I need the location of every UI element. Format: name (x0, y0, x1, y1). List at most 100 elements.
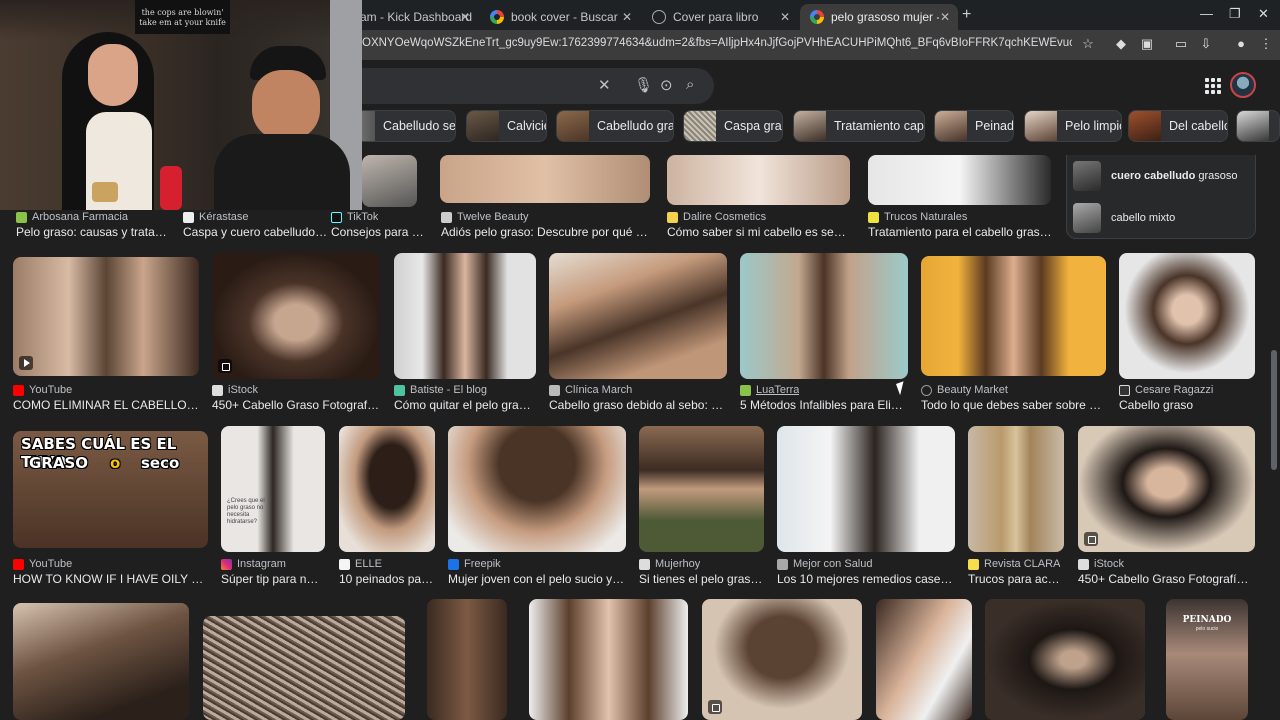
result-image[interactable] (339, 426, 435, 552)
result-title[interactable]: Cómo saber si mi cabello es seco o gra..… (667, 225, 850, 239)
result-title[interactable]: Cabello graso debido al sebo: riesgos... (549, 398, 727, 412)
close-icon[interactable]: ✕ (940, 10, 950, 24)
result-image[interactable]: SABES CUÁL ES EL TUYO GRASO o seco (13, 431, 208, 548)
result-title[interactable]: Tratamiento para el cabello graso con m.… (868, 225, 1053, 239)
result-title[interactable]: Caspa y cuero cabelludo/ca... (183, 225, 328, 239)
site-favicon (740, 384, 751, 396)
menu-icon[interactable]: ⋮ (1258, 36, 1274, 52)
chip-del-cabello[interactable]: Del cabello (1128, 110, 1228, 142)
result-image[interactable] (212, 253, 380, 379)
tab-kick-dashboard[interactable]: am - Kick Dashboard ✕ (350, 4, 478, 30)
result-image[interactable] (876, 599, 972, 720)
clear-icon[interactable]: ✕ (598, 76, 611, 94)
cast-icon[interactable]: ▭ (1173, 36, 1189, 52)
result-title[interactable]: Los 10 mejores remedios caseros par... (777, 572, 955, 586)
source-name: Kérastase (199, 211, 249, 223)
related-item-cuero-cabelludo-grasoso[interactable]: cuero cabelludo grasoso (1073, 160, 1238, 192)
result-title[interactable]: 450+ Cabello Graso Fotografías de st... (1078, 572, 1255, 586)
chip-calvicie[interactable]: Calvicie (466, 110, 547, 142)
avatar[interactable] (1230, 72, 1256, 98)
close-window-icon[interactable]: ✕ (1258, 6, 1269, 22)
url-field[interactable]: OXNYOeWqoWSZkEneTrt_gc9uy9Ew:17623997746… (362, 37, 1072, 49)
result-title[interactable]: Consejos para cab... (331, 225, 426, 239)
result-image[interactable] (203, 616, 405, 720)
tab-cover-para-libro[interactable]: Cover para libro ✕ (642, 4, 798, 30)
result-title[interactable]: Cómo quitar el pelo graso en ... (394, 398, 536, 412)
result-source: YouTube (13, 384, 72, 396)
result-title[interactable]: Trucos para acaba... (968, 572, 1064, 586)
tiktok-icon (331, 211, 342, 223)
chip-cabelludo-graso[interactable]: Cabelludo graso (556, 110, 674, 142)
result-image[interactable]: ¿Crees que el pelo graso no necesita hid… (221, 426, 325, 552)
chip-caspa-grasa[interactable]: Caspa grasa (683, 110, 783, 142)
profile-icon[interactable]: ● (1233, 36, 1249, 52)
chip-more[interactable] (1236, 110, 1280, 142)
streamer-face (88, 44, 138, 106)
tab-book-cover[interactable]: book cover - Buscar con Google ✕ (480, 4, 640, 30)
result-image[interactable] (740, 253, 908, 379)
close-icon[interactable]: ✕ (780, 10, 790, 24)
result-image[interactable] (667, 155, 850, 205)
result-image[interactable] (921, 256, 1106, 376)
scrollbar[interactable] (1271, 350, 1277, 470)
result-source: ELLE (339, 558, 382, 570)
download-icon[interactable]: ⇩ (1198, 36, 1214, 52)
result-image[interactable] (985, 599, 1145, 720)
result-image[interactable] (702, 599, 862, 720)
result-image[interactable] (13, 257, 199, 376)
chip-label: Pelo limpio (1065, 119, 1122, 133)
result-image[interactable] (1119, 253, 1255, 379)
result-image[interactable]: PEINADO pelo sucio (1166, 599, 1248, 720)
related-label: cabello mixto (1111, 212, 1176, 224)
result-title[interactable]: Adiós pelo graso: Descubre por qué se en… (441, 225, 653, 239)
mic-icon[interactable]: 🎙 (634, 76, 653, 94)
source-name: Freepik (464, 558, 501, 570)
puzzle-icon[interactable]: ▣ (1139, 36, 1155, 52)
result-image[interactable] (13, 603, 189, 720)
result-image[interactable] (394, 253, 536, 379)
result-image[interactable] (427, 599, 507, 720)
close-icon[interactable]: ✕ (622, 10, 632, 24)
extension-icon[interactable]: ◆ (1113, 36, 1129, 52)
site-favicon (394, 384, 405, 396)
result-image[interactable] (868, 155, 1051, 205)
apps-grid-icon[interactable] (1205, 78, 1221, 94)
tab-pelo-grasoso[interactable]: pelo grasoso mujer - Buscar con Google ✕ (800, 4, 958, 30)
chip-pelo-limpio[interactable]: Pelo limpio (1024, 110, 1122, 142)
result-title[interactable]: Mujer joven con el pelo sucio y graso ..… (448, 572, 626, 586)
result-image[interactable] (362, 155, 417, 207)
result-image[interactable] (968, 426, 1064, 552)
restore-icon[interactable]: ❐ (1229, 6, 1241, 22)
result-title[interactable]: 450+ Cabello Graso Fotografías de ... (212, 398, 380, 412)
result-image[interactable] (639, 426, 764, 552)
related-item-cabello-mixto[interactable]: cabello mixto (1073, 202, 1175, 234)
site-favicon (777, 558, 788, 570)
result-image[interactable] (1078, 426, 1255, 552)
result-image[interactable] (549, 253, 727, 379)
result-source: Batiste - El blog (394, 384, 487, 396)
minimize-icon[interactable]: — (1200, 6, 1213, 21)
filter-chips: Cabelludo seco Calvicie Cabelludo graso … (330, 110, 1280, 144)
chip-peinado[interactable]: Peinado (934, 110, 1014, 142)
result-title[interactable]: Si tienes el pelo graso, e... (639, 572, 764, 586)
search-input[interactable]: ✕ 🎙 ⊙ ⌕ (330, 68, 714, 104)
bookmark-star-icon[interactable]: ☆ (1080, 36, 1096, 52)
result-image[interactable] (529, 599, 688, 720)
result-image[interactable] (448, 426, 626, 552)
result-image[interactable] (440, 155, 650, 203)
lens-icon[interactable]: ⊙ (660, 76, 673, 94)
result-title[interactable]: Súper tip para nutrir ... (221, 572, 325, 586)
chip-tratamiento-capilar[interactable]: Tratamiento capilar (793, 110, 925, 142)
search-icon[interactable]: ⌕ (686, 76, 694, 93)
result-image[interactable] (777, 426, 955, 552)
result-title[interactable]: 10 peinados para ... (339, 572, 435, 586)
result-title[interactable]: Todo lo que debes saber sobre el cabel..… (921, 398, 1106, 412)
result-title[interactable]: COMO ELIMINAR EL CABELLO GRAS... (13, 398, 199, 412)
result-title[interactable]: Pelo graso: causas y tratamient... (16, 225, 176, 239)
result-title[interactable]: 5 Métodos Infalibles para Eliminar e... (740, 398, 908, 412)
result-source: Mejor con Salud (777, 558, 873, 570)
result-title[interactable]: Cabello graso (1119, 398, 1255, 412)
result-title[interactable]: HOW TO KNOW IF I HAVE OILY OR DRY... (13, 572, 208, 586)
new-tab-icon[interactable]: + (962, 6, 971, 24)
close-icon[interactable]: ✕ (460, 10, 470, 24)
